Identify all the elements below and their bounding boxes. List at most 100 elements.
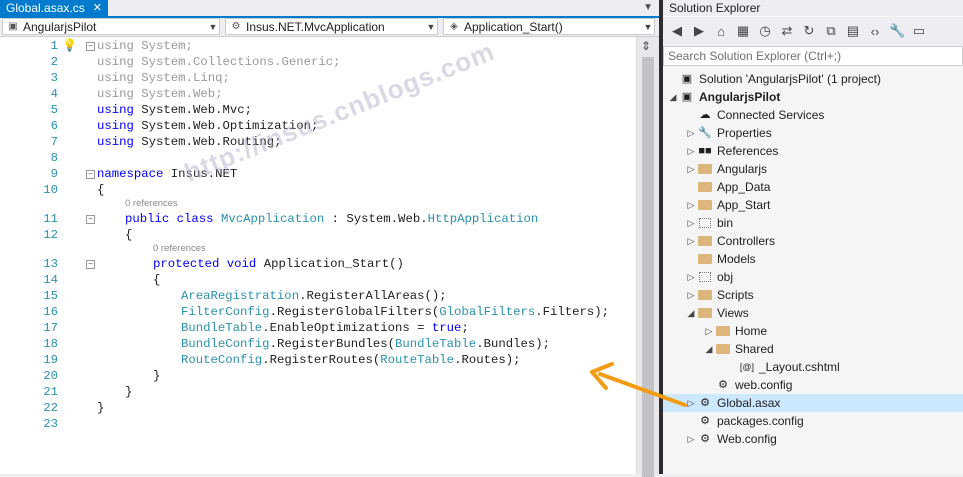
collapse-icon[interactable]: − <box>86 170 95 179</box>
code-line: } <box>97 401 105 415</box>
razor-file-icon: [@] <box>739 362 755 372</box>
collapsed-icon: ▷ <box>687 146 695 156</box>
folder-icon <box>697 288 713 302</box>
tree-item-controllers[interactable]: ▷ Controllers <box>685 232 776 250</box>
code-editor[interactable]: Global.asax.cs ✕ ▼ ▣ AngularjsPilot ▼ ⚙ … <box>0 0 659 477</box>
member-dropdown-label: Application_Start() <box>464 19 563 34</box>
split-icon[interactable]: ⇕ <box>641 39 651 53</box>
tree-item-shared[interactable]: ◢ Shared <box>703 340 774 358</box>
line-number: 4 <box>50 87 58 101</box>
code-line: } <box>125 385 133 399</box>
solution-explorer-title: Solution Explorer <box>663 0 963 16</box>
tree-item-global-asax[interactable]: ▷ ⚙ Global.asax <box>663 394 963 412</box>
code-area[interactable]: 1 2 3 4 5 6 7 8 9 10 11 12 13 14 15 16 1… <box>0 37 635 474</box>
solution-explorer-toolbar: ◀ ▶ ⌂ ▦ ◷ ⇄ ↻ ⧉ ▤ ‹› 🔧 ▭ <box>663 17 963 45</box>
properties-icon[interactable]: 🔧 <box>889 23 905 39</box>
code-line: using System.Linq; <box>97 71 230 85</box>
references-icon: ■■ <box>698 145 712 157</box>
solution-icon: ▣ <box>681 73 693 85</box>
back-icon[interactable]: ◀ <box>669 23 685 39</box>
switch-views-icon[interactable]: ▦ <box>735 23 751 39</box>
tree-item-solution[interactable]: ▣ Solution 'AngularjsPilot' (1 project) <box>667 70 881 88</box>
tree-item-views[interactable]: ◢ Views <box>685 304 749 322</box>
config-file-icon: ⚙ <box>718 379 728 391</box>
codelens-references[interactable]: 0 references <box>153 243 206 254</box>
line-number: 14 <box>43 273 58 287</box>
member-dropdown[interactable]: ◈ Application_Start() ▼ <box>443 18 655 35</box>
line-number: 5 <box>50 103 58 117</box>
collapsed-icon: ▷ <box>687 272 695 282</box>
tab-title: Global.asax.cs <box>6 1 85 15</box>
folder-icon <box>697 306 713 320</box>
line-number: 3 <box>50 71 58 85</box>
line-number: 1 <box>50 39 58 53</box>
line-number: 15 <box>43 289 58 303</box>
tab-overflow-icon[interactable]: ▼ <box>643 0 653 16</box>
tree-item-angularjs[interactable]: ▷ Angularjs <box>685 160 768 178</box>
project-dropdown[interactable]: ▣ AngularjsPilot ▼ <box>2 18 220 35</box>
refresh-icon[interactable]: ↻ <box>801 23 817 39</box>
code-line: } <box>153 369 161 383</box>
tree-item-app-start[interactable]: ▷ App_Start <box>685 196 771 214</box>
search-solution-explorer-input[interactable]: Search Solution Explorer (Ctrl+;) <box>663 46 963 66</box>
line-number: 17 <box>43 321 58 335</box>
config-file-icon: ⚙ <box>700 433 710 445</box>
collapse-all-icon[interactable]: ⧉ <box>823 23 839 39</box>
tree-item-properties[interactable]: ▷ 🔧 Properties <box>685 124 772 142</box>
close-icon[interactable]: ✕ <box>93 0 102 16</box>
expanded-icon[interactable]: ◢ <box>667 88 679 106</box>
line-number: 12 <box>43 228 58 242</box>
code-line: using System.Web; <box>97 87 223 101</box>
code-line: FilterConfig.RegisterGlobalFilters(Globa… <box>181 305 610 319</box>
line-number: 21 <box>43 385 58 399</box>
line-number: 10 <box>43 183 58 197</box>
tree-item-layout-cshtml[interactable]: [@] _Layout.cshtml <box>739 358 840 376</box>
forward-icon[interactable]: ▶ <box>691 23 707 39</box>
navigation-bar: ▣ AngularjsPilot ▼ ⚙ Insus.NET.MvcApplic… <box>0 18 659 37</box>
collapse-icon[interactable]: − <box>86 42 95 51</box>
tab-global-asax-cs[interactable]: Global.asax.cs ✕ <box>0 0 108 16</box>
solution-explorer: Solution Explorer ◀ ▶ ⌂ ▦ ◷ ⇄ ↻ ⧉ ▤ ‹› 🔧… <box>663 0 963 474</box>
tree-item-packages-config[interactable]: ⚙ packages.config <box>697 412 804 430</box>
view-code-icon[interactable]: ‹› <box>867 24 883 39</box>
tree-item-project[interactable]: ◢ ▣ AngularjsPilot <box>667 88 781 106</box>
document-tab-bar: Global.asax.cs ✕ ▼ <box>0 0 659 18</box>
collapsed-icon: ▷ <box>687 128 695 138</box>
wrench-icon: 🔧 <box>698 127 712 139</box>
code-line: public class MvcApplication : System.Web… <box>125 212 539 226</box>
sync-icon[interactable]: ⇄ <box>779 23 795 39</box>
folder-icon <box>697 180 713 194</box>
tree-item-bin[interactable]: ▷ bin <box>685 214 733 232</box>
config-file-icon: ⚙ <box>700 415 710 427</box>
tree-item-obj[interactable]: ▷ obj <box>685 268 733 286</box>
tree-item-views-web-config[interactable]: ⚙ web.config <box>715 376 792 394</box>
tree-item-app-data[interactable]: App_Data <box>685 178 770 196</box>
line-number: 16 <box>43 305 58 319</box>
line-number: 20 <box>43 369 58 383</box>
tree-item-connected-services[interactable]: ☁ Connected Services <box>685 106 825 124</box>
tree-item-home[interactable]: ▷ Home <box>703 322 767 340</box>
code-line: { <box>97 183 105 197</box>
collapse-icon[interactable]: − <box>86 215 95 224</box>
tree-item-web-config[interactable]: ▷ ⚙ Web.config <box>685 430 777 448</box>
class-dropdown[interactable]: ⚙ Insus.NET.MvcApplication ▼ <box>225 18 438 35</box>
pending-changes-icon[interactable]: ◷ <box>757 23 773 39</box>
collapsed-icon: ▷ <box>687 164 695 174</box>
collapsed-icon: ▷ <box>687 290 695 300</box>
tree-item-scripts[interactable]: ▷ Scripts <box>685 286 754 304</box>
more-icon[interactable]: ▭ <box>911 23 927 39</box>
collapsed-icon: ▷ <box>705 326 713 336</box>
expanded-icon: ◢ <box>687 308 695 318</box>
collapse-icon[interactable]: − <box>86 260 95 269</box>
codelens-references[interactable]: 0 references <box>125 198 178 209</box>
home-icon[interactable]: ⌂ <box>713 24 729 39</box>
tree-item-references[interactable]: ▷ ■■ References <box>685 142 779 160</box>
project-dropdown-label: AngularjsPilot <box>23 19 97 34</box>
project-icon: ▣ <box>8 20 18 32</box>
folder-icon <box>697 162 713 176</box>
line-number: 6 <box>50 119 58 133</box>
tree-item-models[interactable]: Models <box>685 250 756 268</box>
line-number: 8 <box>50 151 58 165</box>
code-line: { <box>153 273 161 287</box>
show-all-files-icon[interactable]: ▤ <box>845 23 861 39</box>
